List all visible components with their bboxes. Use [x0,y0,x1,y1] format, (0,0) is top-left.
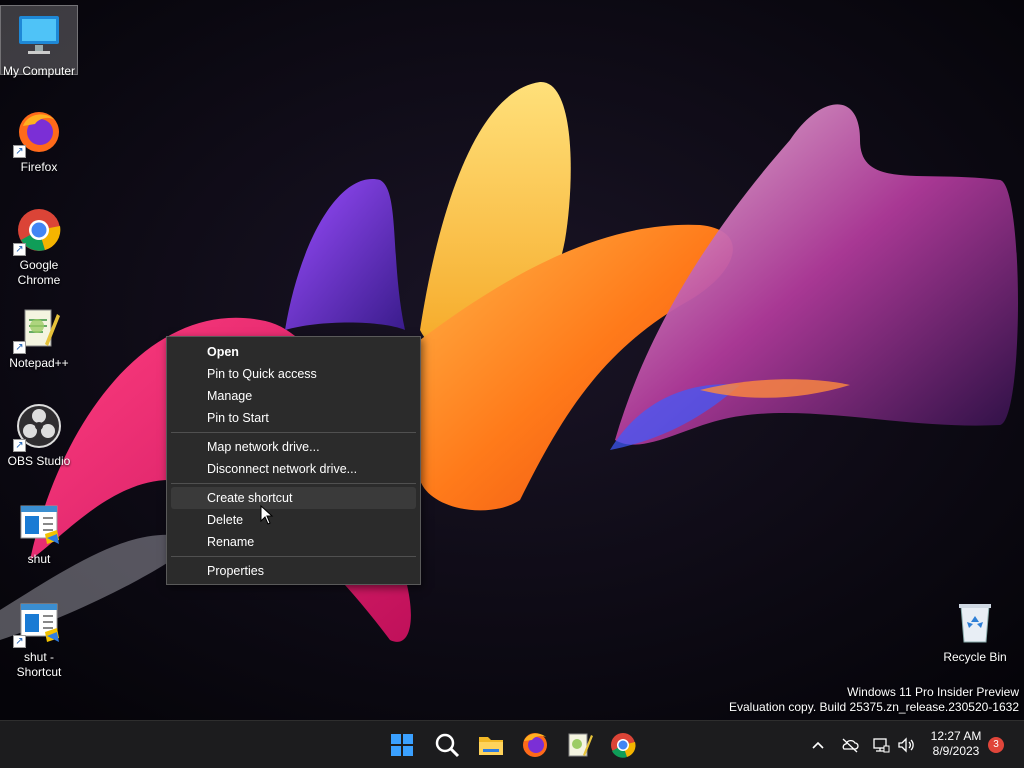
desktop-icon-label: shut [27,552,51,566]
taskbar: 12:27 AM 8/9/2023 3 [0,720,1024,768]
desktop-icon-label: My Computer [2,64,76,78]
shortcut-arrow-icon: ↗ [13,341,26,354]
network-button[interactable] [869,733,893,757]
desktop-icon-firefox[interactable]: ↗ Firefox [0,102,78,175]
windows-watermark: Windows 11 Pro Insider Preview Evaluatio… [729,685,1019,715]
watermark-edition: Windows 11 Pro Insider Preview [847,685,1019,699]
search-icon [435,733,460,758]
monitor-icon [15,12,63,60]
menu-separator [171,432,416,433]
clock-date: 8/9/2023 [932,744,980,758]
menu-item-disconnect-network-drive[interactable]: Disconnect network drive... [171,458,416,480]
mouse-cursor-icon [260,505,274,525]
menu-separator [171,556,416,557]
start-icon [391,734,413,756]
volume-icon [898,737,914,753]
volume-button[interactable] [894,733,918,757]
firefox-icon: ↗ [13,108,63,158]
desktop-icon-label: shut - Shortcut [16,650,62,679]
shortcut-arrow-icon: ↗ [13,145,26,158]
menu-separator [171,483,416,484]
desktop-icon-shut-shortcut[interactable]: ↗ shut - Shortcut [0,592,78,680]
chrome-icon: ↗ [13,206,63,256]
script-icon [15,500,63,548]
desktop-icon-label: Firefox [20,160,58,174]
shortcut-arrow-icon: ↗ [13,439,26,452]
menu-item-create-shortcut[interactable]: Create shortcut [171,487,416,509]
menu-item-manage[interactable]: Manage [171,385,416,407]
desktop-icon-my-computer[interactable]: My Computer [0,5,78,78]
menu-item-rename[interactable]: Rename [171,531,416,553]
desktop-icon-label: OBS Studio [7,454,71,468]
onedrive-button[interactable] [838,733,862,757]
menu-item-open[interactable]: Open [171,341,416,363]
firefox-icon [523,733,547,757]
menu-item-pin-to-start[interactable]: Pin to Start [171,407,416,429]
desktop-icon-label: Recycle Bin [943,650,1007,664]
script-shortcut-icon: ↗ [13,598,63,648]
file-explorer-icon [479,737,503,755]
desktop-icon-label: Notepad++ [9,356,69,370]
obs-icon: ↗ [13,402,63,452]
context-menu: Open Pin to Quick access Manage Pin to S… [166,336,421,585]
notepadpp-taskbar-button[interactable] [563,729,595,761]
notepadpp-icon [568,733,593,757]
desktop-icon-label: Google Chrome [17,258,61,287]
firefox-taskbar-button[interactable] [519,729,551,761]
chrome-icon [611,733,636,758]
desktop-icon-google-chrome[interactable]: ↗ Google Chrome [0,200,78,288]
desktop-icon-notepadpp[interactable]: ↗ Notepad++ [0,298,78,371]
network-icon [873,738,890,753]
show-hidden-icons-button[interactable] [806,733,830,757]
desktop-icon-shut[interactable]: shut [0,494,78,567]
menu-item-properties[interactable]: Properties [171,560,416,582]
chevron-up-icon [812,741,824,749]
file-explorer-button[interactable] [475,729,507,761]
onedrive-offline-icon [842,738,859,753]
search-button[interactable] [431,729,463,761]
start-button[interactable] [386,729,418,761]
shortcut-arrow-icon: ↗ [13,635,26,648]
shortcut-arrow-icon: ↗ [13,243,26,256]
recycle-bin-icon [951,598,999,646]
menu-item-pin-to-quick-access[interactable]: Pin to Quick access [171,363,416,385]
desktop-wallpaper [0,0,1024,720]
menu-item-map-network-drive[interactable]: Map network drive... [171,436,416,458]
clock-time: 12:27 AM [930,729,982,743]
notepadpp-icon: ↗ [13,304,63,354]
watermark-build: Evaluation copy. Build 25375.zn_release.… [729,700,1019,714]
chrome-taskbar-button[interactable] [607,729,639,761]
menu-item-delete[interactable]: Delete [171,509,416,531]
desktop-icon-recycle-bin[interactable]: Recycle Bin [936,592,1014,665]
desktop-icon-obs-studio[interactable]: ↗ OBS Studio [0,396,78,469]
notification-badge[interactable]: 3 [988,737,1004,753]
clock-button[interactable]: 12:27 AM 8/9/2023 [926,729,986,759]
